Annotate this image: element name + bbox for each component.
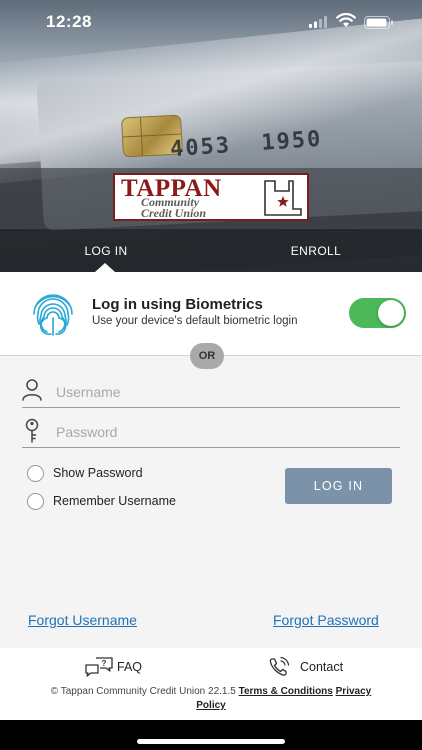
tab-bar: LOG IN ENROLL	[0, 228, 422, 272]
contact-label: Contact	[300, 660, 344, 674]
show-password-label: Show Password	[53, 466, 143, 480]
copyright-text: © Tappan Community Credit Union 22.1.5	[50, 686, 236, 697]
biometrics-title: Log in using Biometrics	[92, 296, 263, 313]
username-input[interactable]	[56, 378, 392, 406]
remember-username-label: Remember Username	[53, 494, 176, 508]
privacy-link-line1[interactable]: Privacy	[336, 686, 372, 697]
biometrics-toggle[interactable]	[349, 298, 406, 328]
fingerprint-icon	[33, 294, 73, 336]
toggle-knob	[378, 300, 404, 326]
key-icon	[25, 418, 39, 443]
wifi-icon	[336, 13, 356, 27]
legal-text: © Tappan Community Credit Union 22.1.5 T…	[0, 685, 422, 713]
battery-icon	[364, 16, 393, 29]
phone-icon	[269, 656, 290, 676]
remember-username-radio[interactable]	[27, 493, 44, 510]
password-field	[22, 416, 400, 448]
logo-subtitle: Community Credit Union	[141, 196, 207, 220]
tab-enroll[interactable]: ENROLL	[280, 229, 352, 272]
terms-link[interactable]: Terms & Conditions	[239, 686, 333, 697]
logo-subtitle-credit-union: Credit Union	[141, 206, 207, 220]
state-star-icon	[264, 180, 302, 216]
home-indicator-area	[0, 720, 422, 750]
forgot-username-link[interactable]: Forgot Username	[28, 612, 137, 628]
faq-button[interactable]: ? FAQ	[84, 656, 142, 678]
credit-union-logo: TAPPAN Community Credit Union	[113, 173, 309, 221]
show-password-radio[interactable]	[27, 465, 44, 482]
faq-chat-icon: ?	[85, 657, 113, 677]
privacy-link-line2[interactable]: Policy	[196, 700, 225, 711]
forgot-password-link[interactable]: Forgot Password	[273, 612, 379, 628]
password-input[interactable]	[56, 418, 392, 446]
home-indicator[interactable]	[137, 739, 285, 744]
signal-icon	[309, 16, 327, 28]
username-field	[22, 376, 400, 408]
footer: ? FAQ Contact © Tappan Community Credit …	[0, 648, 422, 720]
status-bar: 12:28	[0, 0, 422, 44]
contact-button[interactable]: Contact	[268, 656, 343, 678]
biometrics-subtitle: Use your device's default biometric logi…	[92, 315, 298, 327]
status-time: 12:28	[46, 12, 92, 31]
faq-label: FAQ	[117, 660, 143, 674]
log-in-button[interactable]: LOG IN	[285, 468, 392, 504]
svg-text:?: ?	[102, 659, 107, 668]
active-tab-indicator	[95, 263, 115, 272]
hero-banner: 4053 1950 12:28 TAPPAN Community Credit …	[0, 0, 422, 272]
user-icon	[22, 379, 42, 401]
or-divider: OR	[190, 343, 224, 369]
